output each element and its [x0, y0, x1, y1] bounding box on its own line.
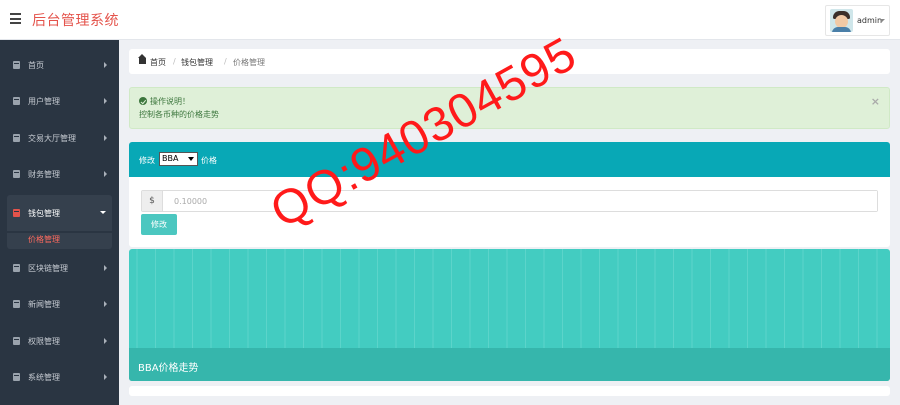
edit-price-panel: 修改 BBA 价格 $ 修改 — [129, 142, 890, 247]
price-trend-chart — [136, 249, 878, 348]
sidebar-item-blockchain[interactable]: 区块链管理 — [7, 250, 112, 286]
avatar — [830, 9, 853, 32]
sidebar: 首页 用户管理 交易大厅管理 财务管理 钱包管理 价格管理 区块链管理 新闻管理… — [0, 40, 119, 405]
breadcrumb-wallet[interactable]: 钱包管理 — [181, 57, 213, 68]
chevron-right-icon — [104, 301, 107, 307]
submit-edit-button[interactable]: 修改 — [141, 214, 177, 235]
book-icon — [13, 373, 20, 381]
price-trend-panel: BBA价格走势 — [129, 249, 890, 381]
book-icon — [13, 264, 20, 272]
app-title: 后台管理系统 — [32, 13, 119, 29]
book-icon — [13, 209, 20, 217]
sidebar-item-label: 交易大厅管理 — [28, 134, 76, 143]
chart-caption: BBA价格走势 — [138, 363, 199, 374]
page-bottom — [129, 386, 890, 396]
chevron-right-icon — [104, 338, 107, 344]
sidebar-item-permissions[interactable]: 权限管理 — [7, 323, 112, 359]
hamburger-icon[interactable] — [10, 13, 22, 25]
sidebar-item-label: 新闻管理 — [28, 300, 60, 309]
alert-description: 控制各币种的价格走势 — [139, 110, 219, 119]
book-icon — [13, 300, 20, 308]
book-icon — [13, 134, 20, 142]
chevron-down-icon — [100, 211, 106, 214]
chevron-right-icon — [104, 98, 107, 104]
home-icon — [138, 54, 146, 64]
alert-title: 操作说明！ — [150, 97, 190, 106]
breadcrumb-home[interactable]: 首页 — [150, 57, 166, 68]
info-alert: 操作说明！ 控制各币种的价格走势 × — [129, 87, 890, 129]
caret-down-icon — [879, 19, 885, 22]
check-circle-icon — [139, 97, 147, 105]
sidebar-item-wallet[interactable]: 钱包管理 — [7, 195, 112, 231]
breadcrumb: 首页 / 钱包管理 / 价格管理 — [129, 49, 890, 74]
currency-select-value: BBA — [162, 154, 179, 163]
sidebar-item-finance[interactable]: 财务管理 — [7, 156, 112, 192]
sidebar-item-label: 财务管理 — [28, 170, 60, 179]
chevron-right-icon — [104, 265, 107, 271]
sidebar-item-label: 用户管理 — [28, 97, 60, 106]
sidebar-item-trading-hall[interactable]: 交易大厅管理 — [7, 120, 112, 156]
sidebar-item-home[interactable]: 首页 — [7, 47, 112, 83]
book-icon — [13, 170, 20, 178]
panel-header-prefix: 修改 — [139, 156, 155, 165]
user-menu[interactable]: admin — [825, 5, 890, 36]
sidebar-item-label: 区块链管理 — [28, 264, 68, 273]
sidebar-item-label: 权限管理 — [28, 337, 60, 346]
caret-down-icon — [188, 157, 194, 161]
chevron-right-icon — [104, 62, 107, 68]
sidebar-item-news[interactable]: 新闻管理 — [7, 286, 112, 322]
panel-header-suffix: 价格 — [201, 156, 217, 165]
close-icon[interactable]: × — [871, 95, 880, 108]
book-icon — [13, 337, 20, 345]
dollar-addon: $ — [142, 191, 163, 211]
sidebar-subitem-price[interactable]: 价格管理 — [7, 233, 112, 249]
chevron-right-icon — [104, 135, 107, 141]
breadcrumb-separator: / — [224, 57, 227, 66]
top-header: 后台管理系统 admin — [0, 0, 900, 40]
sidebar-item-label: 钱包管理 — [28, 209, 60, 218]
book-icon — [13, 61, 20, 69]
chart-footer: BBA价格走势 — [129, 348, 890, 381]
sidebar-subitem-label: 价格管理 — [28, 235, 60, 244]
panel-header: 修改 BBA 价格 — [129, 142, 890, 177]
price-input-group: $ — [141, 190, 878, 212]
currency-select[interactable]: BBA — [159, 152, 198, 166]
sidebar-item-system[interactable]: 系统管理 — [7, 359, 112, 395]
chevron-right-icon — [104, 171, 107, 177]
price-input[interactable] — [164, 191, 877, 211]
book-icon — [13, 97, 20, 105]
sidebar-item-users[interactable]: 用户管理 — [7, 83, 112, 119]
breadcrumb-separator: / — [173, 57, 176, 66]
chevron-right-icon — [104, 374, 107, 380]
breadcrumb-current: 价格管理 — [233, 58, 265, 67]
sidebar-item-label: 系统管理 — [28, 373, 60, 382]
sidebar-item-label: 首页 — [28, 61, 44, 70]
